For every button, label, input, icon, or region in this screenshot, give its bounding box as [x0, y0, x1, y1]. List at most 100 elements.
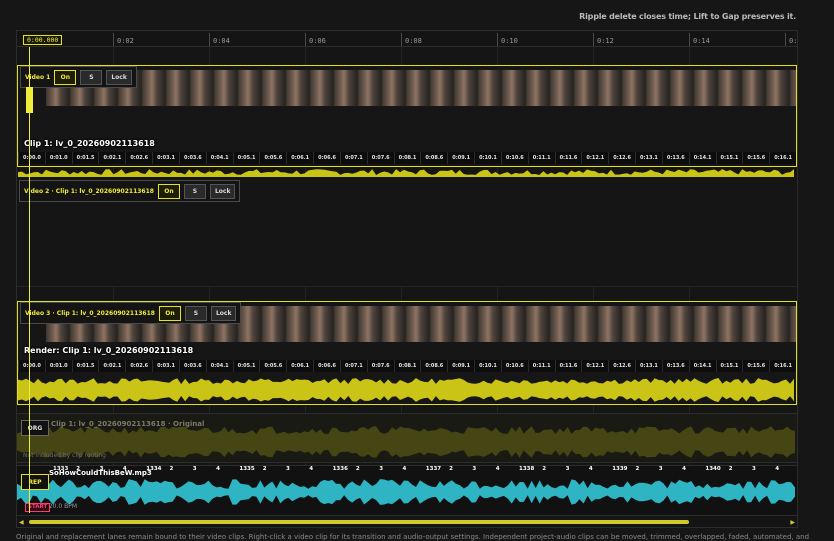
bar-marker: 3	[658, 466, 663, 472]
frame-timestamp: 0:10.1	[474, 360, 501, 372]
rep-waveform[interactable]	[17, 474, 797, 510]
frame-timestamp: 0:08.1	[393, 152, 421, 164]
video-clip-thumbnails[interactable]	[46, 70, 796, 106]
footer-help-text: Original and replacement lanes remain bo…	[16, 533, 810, 541]
ruler-tick: 0:06	[305, 33, 326, 46]
time-ruler[interactable]: 0:00.000 0:02 0:04 0:06 0:08 0:10 0:12 0…	[17, 31, 797, 47]
track-solo-button[interactable]: S	[184, 305, 207, 321]
frame-timestamp: 0:15.1	[715, 152, 743, 164]
ruler-tick: 0:16	[785, 33, 797, 46]
bar-marker: 3	[565, 466, 570, 472]
track-lock-button[interactable]: Lock	[209, 183, 236, 199]
frame-timestamp: 0:06.1	[286, 360, 313, 372]
frame-timestamp: 0:04.1	[205, 360, 233, 372]
frame-timestamp: 0:07.1	[339, 360, 367, 372]
bar-marker: 3	[472, 466, 477, 472]
track-name: Video 2 · Clip 1: lv_0_20260902113618	[24, 187, 154, 195]
bar-marker: 2	[262, 466, 267, 472]
frame-timestamp: 0:03.6	[178, 360, 206, 372]
frame-timestamp: 0:06.6	[313, 360, 340, 372]
frame-timestamp: 0:05.1	[232, 360, 260, 372]
frame-timestamp: 0:04.1	[205, 152, 233, 164]
orig-routing-note: Not included by clip routing	[23, 452, 106, 459]
frame-timestamp: 0:11.1	[527, 360, 555, 372]
track-name: Video 3 · Clip 1: lv_0_20260902113618	[25, 309, 155, 317]
frame-timestamp: 0:03.6	[178, 152, 206, 164]
ruler-tick: 0:12	[593, 33, 614, 46]
audio-waveform[interactable]	[18, 372, 796, 408]
frame-timestamp: 0:09.1	[447, 360, 474, 372]
frame-timestamp: 0:08.6	[420, 152, 447, 164]
frame-timestamp: 0:02.1	[98, 360, 125, 372]
track-on-toggle[interactable]: On	[157, 183, 180, 199]
bar-marker: 4	[588, 466, 593, 472]
frame-timestamp: 0:10.1	[474, 152, 501, 164]
bar-marker: 1336	[332, 466, 348, 472]
ruler-tick: 0:02	[113, 33, 134, 46]
rep-clip-title: SoHowCouldThisBeW.mp3	[49, 469, 152, 477]
rep-badge[interactable]: REP	[21, 474, 49, 490]
bar-marker: 1339	[612, 466, 628, 472]
orig-waveform	[17, 424, 797, 460]
track-on-toggle[interactable]: On	[54, 69, 77, 85]
bar-marker: 4	[682, 466, 686, 472]
frame-timestamp: 0:08.1	[393, 360, 421, 372]
bar-marker: 2	[542, 466, 547, 472]
track-solo-button[interactable]: S	[80, 69, 103, 85]
track-lock-button[interactable]: Lock	[210, 305, 237, 321]
frame-timestamp: 0:08.6	[420, 360, 447, 372]
bar-marker: 2	[728, 466, 733, 472]
frame-timestamp: 0:11.6	[554, 152, 582, 164]
track-video-2[interactable]: Video 2 · Clip 1: lv_0_20260902113618 On…	[17, 177, 797, 287]
bar-marker: 1335	[239, 466, 255, 472]
track-header-video-2: Video 2 · Clip 1: lv_0_20260902113618 On…	[19, 180, 241, 202]
ripple-hint: Ripple delete closes time; Lift to Gap p…	[579, 12, 796, 21]
frame-timestamp: 0:12.1	[581, 152, 608, 164]
frame-timestamp: 0:01.5	[71, 152, 99, 164]
bar-marker: 3	[192, 466, 197, 472]
frame-timestamp: 0:16.1	[769, 360, 796, 372]
frame-timestamp: 0:02.1	[98, 152, 125, 164]
frame-timestamp: 0:05.6	[259, 152, 286, 164]
track-video-1[interactable]: Video 1 On S Lock Clip 1: lv_0_202609021…	[17, 65, 797, 195]
frame-timestamp: 0:14.1	[688, 360, 716, 372]
frame-timestamp: 0:06.1	[286, 152, 313, 164]
clip-title: Render: Clip 1: lv_0_20260902113618	[24, 346, 194, 355]
bar-marker: 4	[309, 466, 314, 472]
replacement-audio-lane[interactable]: 1333 2 3 4 1334 2 3 4 1335 2 3 4 1336 2 3 4 1337 2 3 4 1338 2…	[17, 465, 797, 515]
track-lock-button[interactable]: Lock	[106, 69, 132, 85]
ruler-tick: 0:10	[497, 33, 518, 46]
scrollbar-thumb[interactable]	[29, 520, 689, 524]
ruler-tick: 0:14	[689, 33, 710, 46]
frame-timestamp: 0:10.6	[500, 152, 528, 164]
frame-timestamp: 0:07.1	[339, 152, 367, 164]
frame-timestamp: 0:13.6	[661, 360, 689, 372]
bar-marker: 3	[752, 466, 756, 472]
bar-marker: 4	[216, 466, 220, 472]
bar-marker: 1338	[519, 466, 535, 472]
frame-timestamp: 0:01.0	[44, 152, 72, 164]
orig-badge[interactable]: ORG	[21, 420, 49, 436]
frame-timestamp: 0:12.1	[581, 360, 608, 372]
scroll-left-icon[interactable]: ◀	[19, 519, 24, 526]
track-header-video-1: Video 1 On S Lock	[20, 66, 137, 88]
track-solo-button[interactable]: S	[183, 183, 206, 199]
track-on-toggle[interactable]: On	[158, 305, 181, 321]
original-audio-lane[interactable]: ORG Clip 1: lv_0_20260902113618 · Origin…	[17, 413, 797, 463]
bar-marker: 4	[775, 466, 780, 472]
horizontal-scrollbar[interactable]: ◀ ▶	[17, 515, 797, 527]
frame-timestamp: 0:11.1	[527, 152, 555, 164]
track-video-3[interactable]: Video 3 · Clip 1: lv_0_20260902113618 On…	[17, 301, 797, 405]
frame-timestamp: 0:02.6	[125, 360, 152, 372]
playhead[interactable]	[26, 47, 33, 513]
timeline[interactable]: 0:00.000 0:02 0:04 0:06 0:08 0:10 0:12 0…	[16, 30, 798, 528]
frame-timestamp: 0:01.5	[71, 360, 99, 372]
frame-timestamp: 0:12.6	[608, 152, 635, 164]
bar-marker: 4	[402, 466, 407, 472]
scroll-right-icon[interactable]: ▶	[790, 519, 795, 526]
frame-timestamp: 0:16.1	[769, 152, 796, 164]
frame-timestamp: 0:05.6	[259, 360, 286, 372]
bar-marker: 1340	[705, 466, 721, 472]
frame-timestamp: 0:11.6	[554, 360, 582, 372]
frame-timestamps: 0:00.0 0:01.0 0:01.5 0:02.1 0:02.6 0:03.1 0:03…	[18, 152, 796, 164]
